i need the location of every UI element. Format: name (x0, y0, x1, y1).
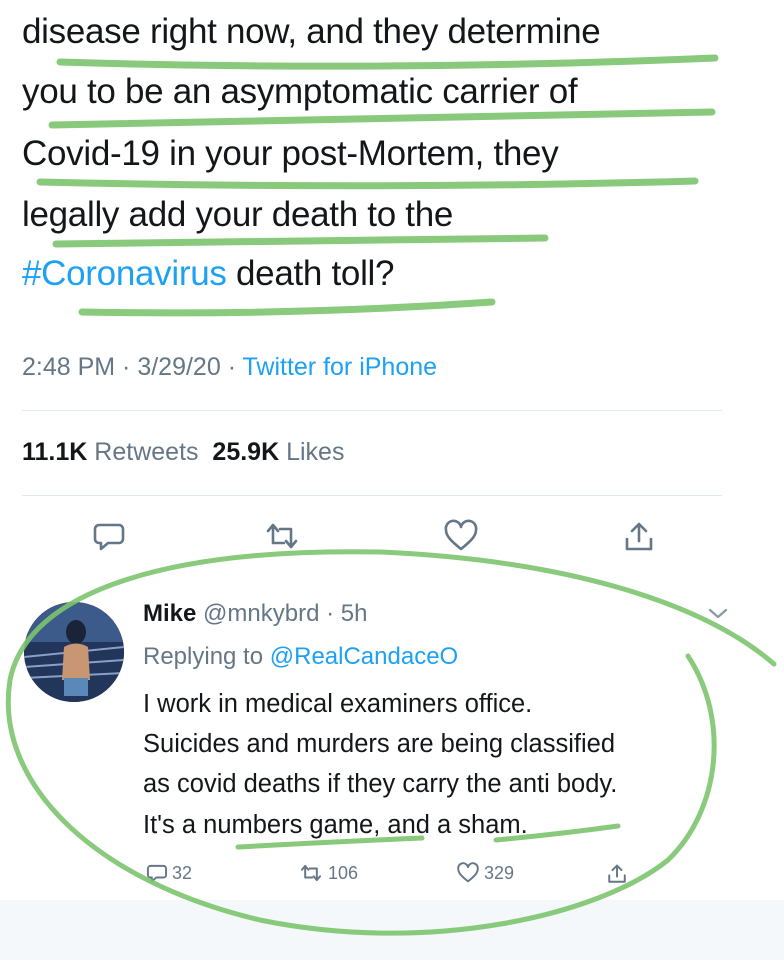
underline-stroke (36, 177, 699, 190)
tweet-text-line: disease right now, and they determine (22, 12, 601, 51)
replying-prefix: Replying to (143, 643, 270, 670)
meta-separator: · (319, 600, 341, 627)
underline-stroke (52, 234, 549, 248)
tweet-text-line: you to be an asymptomatic carrier of (22, 72, 578, 111)
tweet-meta: 2:48 PM · 3/29/20 · Twitter for iPhone (22, 353, 437, 382)
reply-time[interactable]: 5h (341, 600, 368, 627)
underline-stroke (56, 54, 719, 70)
share-button[interactable] (622, 519, 656, 555)
likes-label: Likes (286, 438, 345, 466)
reply-count: 32 (172, 862, 193, 883)
reply-reply-button[interactable]: 32 (146, 862, 192, 884)
reply-bubble-icon (146, 864, 168, 883)
tweet-date[interactable]: 3/29/20 (137, 353, 220, 381)
avatar[interactable] (24, 602, 124, 702)
meta-separator: · (220, 353, 243, 381)
tweet-time[interactable]: 2:48 PM (22, 353, 115, 381)
hashtag-link[interactable]: #Coronavirus (22, 254, 227, 293)
tweet-text-line: Covid-19 in your post-Mortem, they (22, 134, 559, 173)
heart-icon (457, 862, 479, 883)
reply-text-line: Suicides and murders are being classifie… (143, 730, 615, 758)
reply-button[interactable] (92, 519, 126, 553)
retweets-stat[interactable]: 11.1K Retweets (22, 438, 199, 466)
likes-stat[interactable]: 25.9K Likes (212, 438, 344, 466)
heart-icon (444, 519, 478, 551)
reply-footer-bg (0, 900, 784, 960)
tweet-text-rest: death toll? (226, 254, 395, 293)
reply-text-line: as covid deaths if they carry the anti b… (143, 770, 618, 798)
underline-stroke (78, 298, 496, 317)
reply-author-name[interactable]: Mike (143, 600, 196, 627)
divider (22, 410, 722, 411)
likes-count: 25.9K (212, 438, 280, 466)
like-count: 329 (484, 862, 515, 883)
retweet-icon (300, 864, 322, 882)
like-button[interactable] (443, 519, 479, 553)
chevron-down-icon (708, 608, 728, 619)
reply-author-handle[interactable]: @mnkybrd (203, 600, 319, 627)
underline-stroke (48, 108, 716, 129)
retweets-label: Retweets (94, 438, 199, 466)
tweet-text-line: #Coronavirus death toll? (22, 254, 395, 294)
retweet-icon (266, 523, 298, 549)
reply-text-line: I work in medical examiners office. (143, 690, 533, 718)
tweet-text-line: legally add your death to the (22, 195, 454, 234)
share-icon (625, 522, 653, 551)
reply-text-line: It's a numbers game, and a sham. (143, 811, 528, 839)
mention-link[interactable]: @RealCandaceO (270, 643, 458, 670)
tweet-source-link[interactable]: Twitter for iPhone (243, 353, 438, 381)
tweet-stats: 11.1K Retweets 25.9K Likes (22, 438, 344, 467)
reply-share-button[interactable] (606, 862, 628, 886)
share-icon (608, 864, 626, 883)
replying-to: Replying to @RealCandaceO (143, 643, 458, 671)
reply-tweet[interactable]: Mike @mnkybrd · 5h Replying to @RealCand… (0, 580, 784, 960)
meta-separator: · (115, 353, 138, 381)
reply-bubble-icon (93, 523, 125, 551)
reply-like-button[interactable]: 329 (456, 862, 514, 884)
reply-retweet-button[interactable]: 106 (298, 862, 358, 884)
more-options-button[interactable] (705, 602, 731, 629)
retweet-button[interactable] (262, 519, 302, 553)
reply-header: Mike @mnkybrd · 5h (143, 600, 367, 628)
retweet-count: 106 (328, 862, 359, 883)
retweets-count: 11.1K (22, 438, 88, 466)
divider (22, 495, 722, 496)
